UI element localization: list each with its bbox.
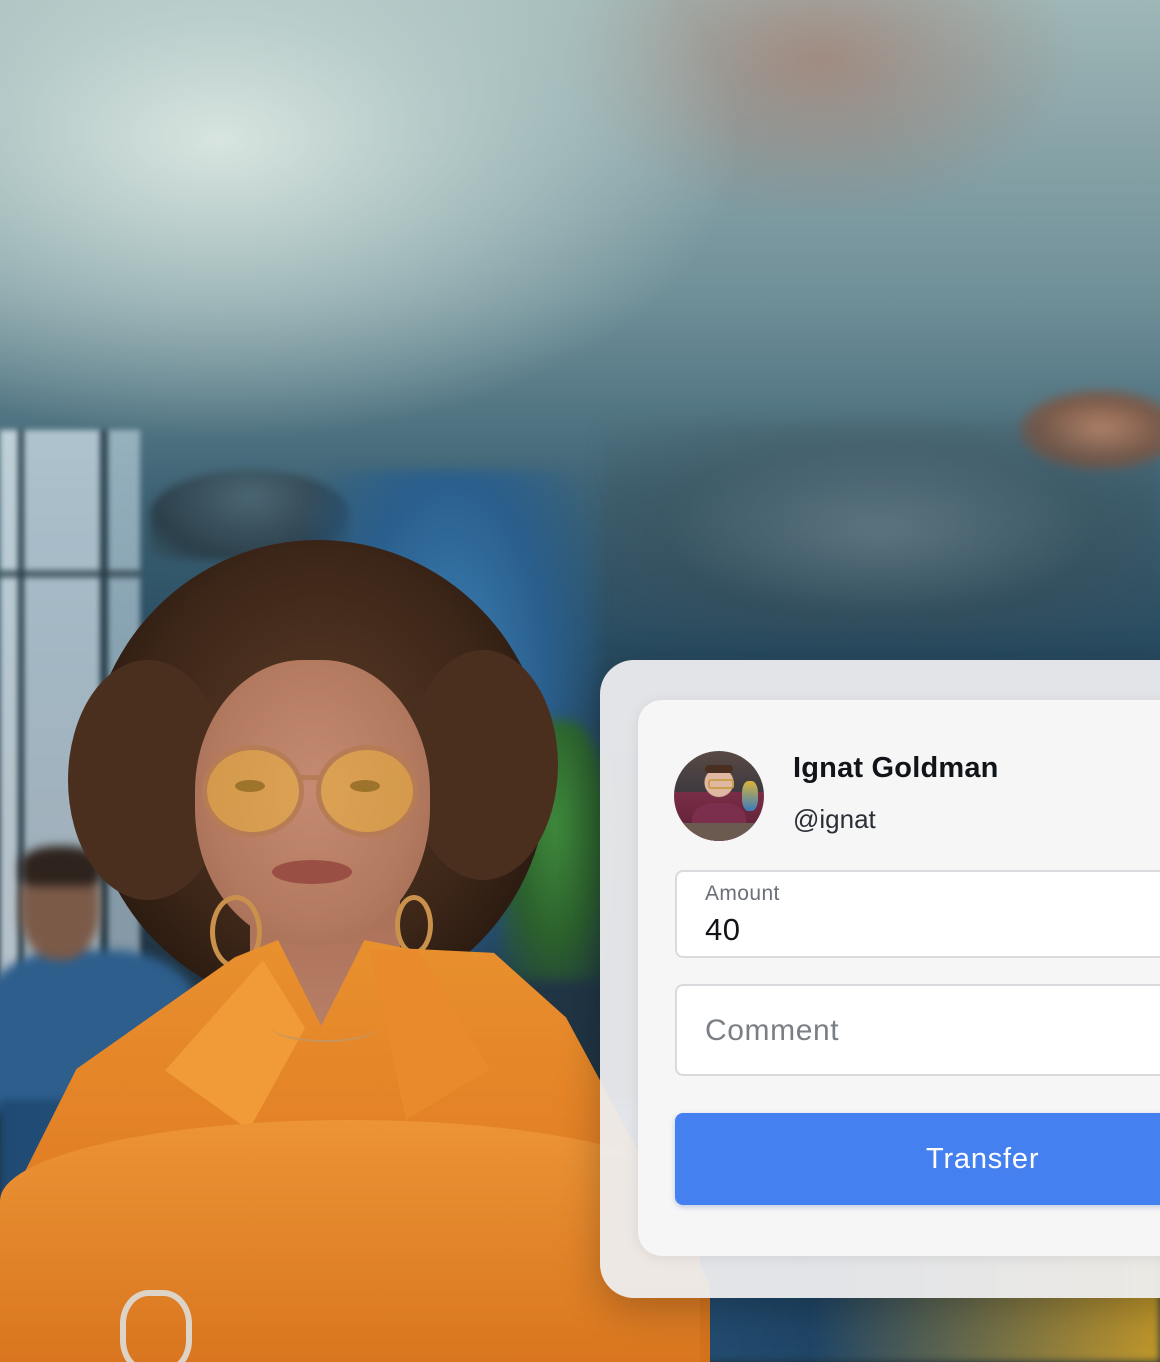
transfer-button[interactable]: Transfer bbox=[675, 1113, 1160, 1205]
amount-field[interactable]: Amount 40 bbox=[675, 870, 1160, 958]
recipient-name: Ignat Goldman bbox=[793, 752, 999, 784]
hero-stage: Ignat Goldman @ignat Amount 40 Transfer bbox=[0, 0, 1160, 1362]
amount-value[interactable]: 40 bbox=[705, 912, 740, 948]
recipient-handle: @ignat bbox=[793, 804, 876, 834]
person-arm bbox=[0, 1120, 700, 1362]
comment-field[interactable] bbox=[675, 984, 1160, 1076]
amount-label: Amount bbox=[705, 882, 780, 905]
foreground-person bbox=[0, 0, 710, 1362]
person-glasses bbox=[202, 745, 304, 837]
comment-input[interactable] bbox=[703, 1008, 1160, 1054]
avatar bbox=[674, 751, 764, 841]
